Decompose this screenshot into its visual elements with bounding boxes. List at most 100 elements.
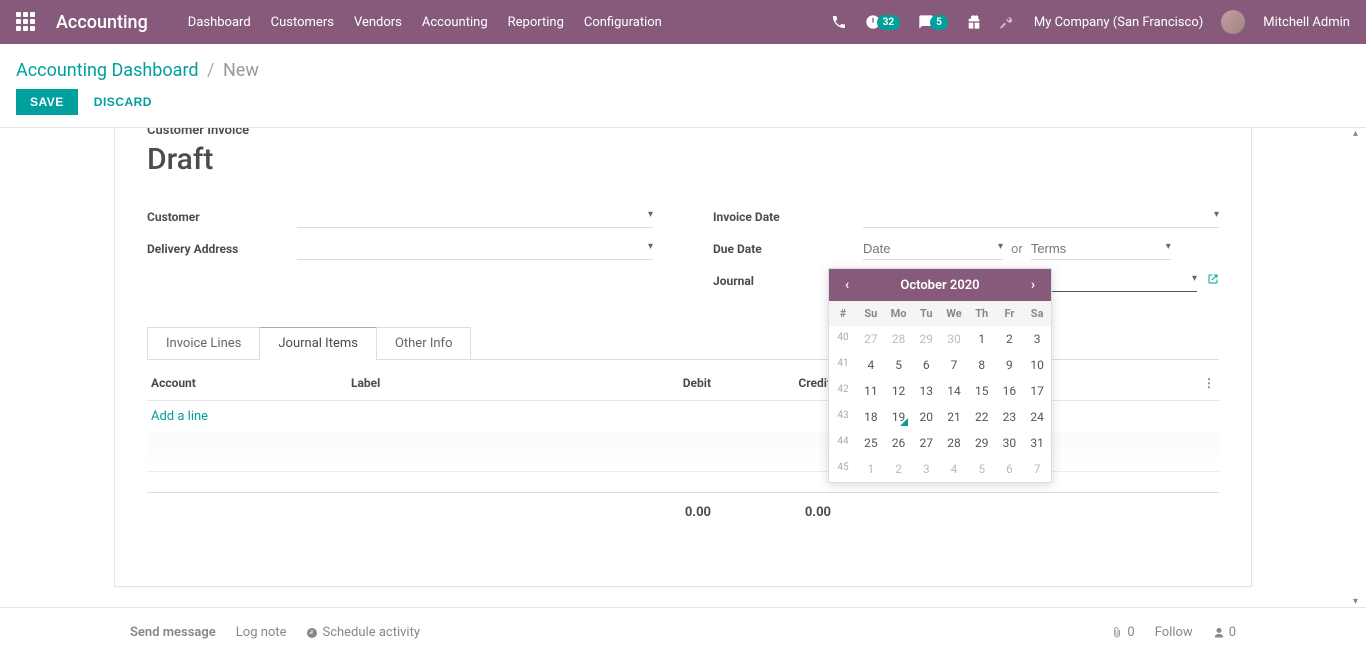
col-account: Account [151,376,351,390]
follow-button[interactable]: Follow [1155,625,1193,640]
calendar-day[interactable]: 31 [1023,430,1051,456]
caret-icon[interactable]: ▾ [648,209,653,220]
calendar-day[interactable]: 5 [968,456,996,482]
calendar-weeknum: 44 [829,430,857,456]
breadcrumb-root[interactable]: Accounting Dashboard [16,60,199,81]
tab-other-info[interactable]: Other Info [376,327,472,359]
calendar-day[interactable]: 24 [1023,404,1051,430]
calendar-day[interactable]: 25 [857,430,885,456]
calendar-dayhead: # [829,301,857,326]
calendar-day[interactable]: 7 [1023,456,1051,482]
caret-icon[interactable]: ▾ [998,241,1003,252]
calendar-day[interactable]: 20 [912,404,940,430]
log-note-button[interactable]: Log note [236,625,287,640]
total-credit: 0.00 [711,505,831,520]
followers-button[interactable]: 0 [1213,625,1236,640]
calendar-day[interactable]: 29 [968,430,996,456]
calendar-day[interactable]: 2 [885,456,913,482]
calendar-dayhead: We [940,301,968,326]
schedule-activity-button[interactable]: Schedule activity [306,625,420,640]
calendar-day[interactable]: 3 [912,456,940,482]
calendar-day[interactable]: 6 [912,352,940,378]
app-brand[interactable]: Accounting [56,12,148,33]
calendar-day[interactable]: 23 [996,404,1024,430]
breadcrumb-current: New [223,60,259,81]
tools-icon[interactable] [1000,14,1016,30]
user-avatar[interactable] [1221,10,1245,34]
calendar-day[interactable]: 30 [940,326,968,352]
paperclip-icon [1111,627,1123,639]
messages-icon[interactable]: 5 [918,14,948,30]
caret-icon[interactable]: ▾ [648,241,653,252]
calendar-day[interactable]: 8 [968,352,996,378]
calendar-day[interactable]: 12 [885,378,913,404]
chatter-footer: Send message Log note Schedule activity … [0,607,1366,657]
menu-accounting[interactable]: Accounting [422,15,488,30]
calendar-day[interactable]: 6 [996,456,1024,482]
user-name[interactable]: Mitchell Admin [1263,15,1350,30]
calendar-day[interactable]: 28 [885,326,913,352]
terms-field[interactable]: ▾ [1031,238,1171,260]
calendar-day[interactable]: 13 [912,378,940,404]
gift-icon[interactable] [966,14,982,30]
calendar-day[interactable]: 26 [885,430,913,456]
calendar-dayhead: Mo [885,301,913,326]
calendar-day[interactable]: 1 [857,456,885,482]
calendar-prev-icon[interactable]: ‹ [839,277,855,293]
date-picker: ‹ October 2020 › #SuMoTuWeThFrSa40272829… [828,268,1052,483]
calendar-day[interactable]: 21 [940,404,968,430]
customer-field[interactable]: ▾ [297,206,653,228]
menu-dashboard[interactable]: Dashboard [188,15,251,30]
calendar-day[interactable]: 9 [996,352,1024,378]
calendar-day[interactable]: 30 [996,430,1024,456]
calendar-day[interactable]: 14 [940,378,968,404]
calendar-day[interactable]: 18 [857,404,885,430]
menu-customers[interactable]: Customers [271,15,334,30]
delivery-field[interactable]: ▾ [297,238,653,260]
col-debit: Debit [591,376,711,390]
tab-journal-items[interactable]: Journal Items [259,327,377,359]
scrollbar[interactable]: ▴▾ [1351,128,1366,607]
calendar-day[interactable]: 22 [968,404,996,430]
attachments-button[interactable]: 0 [1111,625,1134,640]
calendar-day[interactable]: 4 [857,352,885,378]
calendar-day[interactable]: 27 [912,430,940,456]
calendar-day[interactable]: 29 [912,326,940,352]
discard-button[interactable]: DISCARD [94,95,152,109]
phone-icon[interactable] [831,14,847,30]
add-line-button[interactable]: Add a line [151,409,351,424]
col-credit: Credit [711,376,831,390]
calendar-weeknum: 45 [829,456,857,482]
calendar-next-icon[interactable]: › [1025,277,1041,293]
calendar-day[interactable]: 7 [940,352,968,378]
calendar-day[interactable]: 27 [857,326,885,352]
menu-reporting[interactable]: Reporting [508,15,564,30]
send-message-button[interactable]: Send message [130,625,216,640]
menu-vendors[interactable]: Vendors [354,15,402,30]
calendar-day[interactable]: 11 [857,378,885,404]
menu-configuration[interactable]: Configuration [584,15,662,30]
column-options-icon[interactable]: ⋮ [1195,376,1215,390]
caret-icon[interactable]: ▾ [1166,241,1171,252]
calendar-day[interactable]: 28 [940,430,968,456]
activity-icon[interactable]: 32 [865,14,900,30]
calendar-day[interactable]: 2 [996,326,1024,352]
caret-icon[interactable]: ▾ [1192,273,1197,284]
invoice-date-field[interactable]: ▾ [863,206,1219,228]
apps-icon[interactable] [16,12,36,32]
external-link-icon[interactable] [1207,273,1219,289]
company-switcher[interactable]: My Company (San Francisco) [1034,15,1203,30]
calendar-day[interactable]: 10 [1023,352,1051,378]
due-date-field[interactable]: ▾ [863,238,1003,260]
caret-icon[interactable]: ▾ [1214,209,1219,220]
calendar-day[interactable]: 4 [940,456,968,482]
calendar-day[interactable]: 19 [885,404,913,430]
save-button[interactable]: SAVE [16,89,78,115]
calendar-day[interactable]: 15 [968,378,996,404]
tab-invoice-lines[interactable]: Invoice Lines [147,327,260,359]
calendar-day[interactable]: 3 [1023,326,1051,352]
calendar-day[interactable]: 17 [1023,378,1051,404]
calendar-day[interactable]: 5 [885,352,913,378]
calendar-day[interactable]: 16 [996,378,1024,404]
calendar-day[interactable]: 1 [968,326,996,352]
